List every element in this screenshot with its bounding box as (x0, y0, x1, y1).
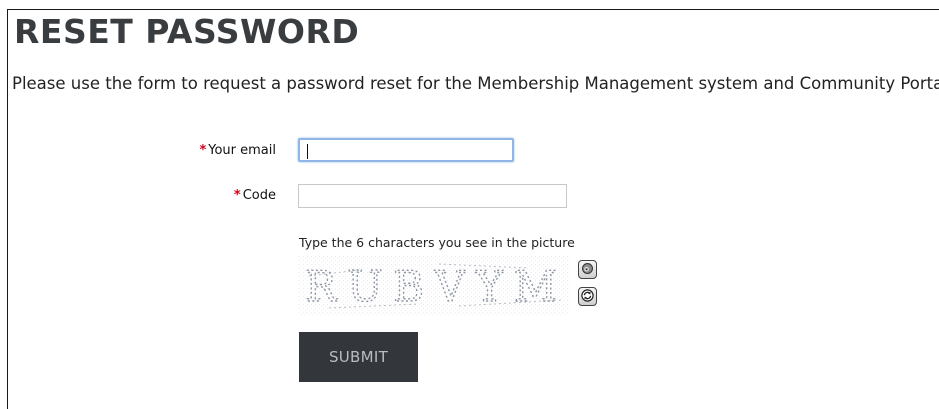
captcha-audio-button[interactable] (578, 260, 597, 279)
captcha-image: RUBVYM (299, 256, 571, 316)
email-row: * Your email (0, 138, 939, 166)
code-label-text: Code (242, 188, 276, 203)
text-caret (307, 144, 308, 159)
email-label-text: Your email (208, 143, 276, 158)
code-label: * Code (234, 188, 276, 203)
required-marker: * (233, 188, 241, 203)
page-title: RESET PASSWORD (14, 12, 360, 51)
email-input[interactable] (298, 138, 514, 162)
refresh-icon (581, 287, 594, 306)
captcha-hint: Type the 6 characters you see in the pic… (299, 235, 575, 250)
intro-text: Please use the form to request a passwor… (12, 74, 939, 93)
code-row: * Code (0, 183, 939, 211)
code-input[interactable] (298, 184, 567, 208)
email-label: * Your email (199, 143, 276, 158)
submit-button[interactable]: SUBMIT (299, 332, 418, 382)
required-marker: * (199, 143, 207, 158)
captcha-refresh-button[interactable] (578, 287, 597, 306)
audio-icon (581, 260, 594, 279)
